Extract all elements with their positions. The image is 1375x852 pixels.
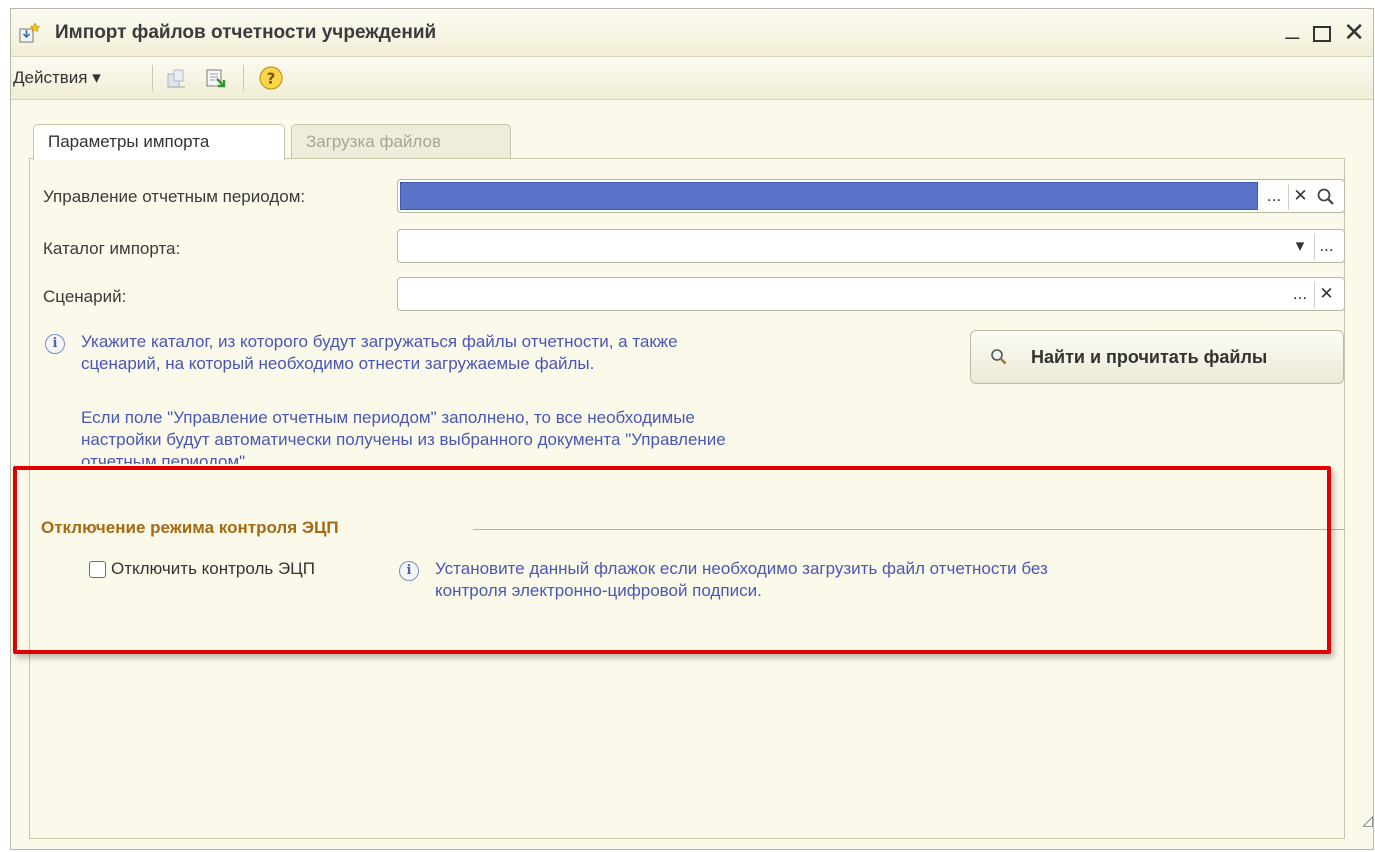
import-window: Импорт файлов отчетности учреждений _ ✕ … <box>10 8 1374 850</box>
period-label: Управление отчетным периодом: <box>43 187 306 206</box>
svg-text:?: ? <box>267 70 276 88</box>
import-app-icon <box>19 22 41 43</box>
scenario-label: Сценарий: <box>43 287 127 306</box>
info-line-1: Укажите каталог, из которого будут загру… <box>81 332 678 351</box>
period-select-button[interactable]: ... <box>1262 184 1286 210</box>
tab-file-loading[interactable]: Загрузка файлов <box>291 124 511 158</box>
info-icon: i <box>45 334 65 354</box>
info-line-5: отчетным периодом". <box>81 452 250 464</box>
toolbar-separator <box>243 65 244 91</box>
info-line-2: сценарий, на который необходимо отнести … <box>81 354 595 373</box>
info-line-5-clip: отчетным периодом". <box>81 451 250 464</box>
search-icon <box>991 349 1007 365</box>
scenario-clear-button[interactable]: ✕ <box>1314 282 1338 308</box>
tab-label: Загрузка файлов <box>306 132 442 151</box>
close-button[interactable]: ✕ <box>1343 19 1365 45</box>
catalog-dropdown-button[interactable]: ▾ <box>1288 234 1312 260</box>
find-and-read-files-button[interactable]: Найти и прочитать файлы <box>970 330 1344 384</box>
catalog-select-button[interactable]: ... <box>1314 234 1338 260</box>
actions-menu-button[interactable]: Действия ▾ <box>13 68 101 88</box>
window-title: Импорт файлов отчетности учреждений <box>55 22 437 43</box>
tab-label: Параметры импорта <box>48 132 210 151</box>
scenario-field[interactable]: ... ✕ <box>397 277 1345 311</box>
catalog-label: Каталог импорта: <box>43 239 181 258</box>
toolbar: Действия ▾ ? <box>11 57 1373 100</box>
maximize-button[interactable] <box>1313 26 1331 42</box>
scenario-select-button[interactable]: ... <box>1288 282 1312 308</box>
save-to-file-icon[interactable] <box>163 65 189 91</box>
period-clear-button[interactable]: ✕ <box>1288 184 1312 210</box>
period-field[interactable]: ... ✕ <box>397 179 1345 213</box>
minimize-button[interactable]: _ <box>1286 15 1299 39</box>
toolbar-separator <box>152 65 153 91</box>
title-bar: Импорт файлов отчетности учреждений _ ✕ <box>11 9 1373 57</box>
find-button-label: Найти и прочитать файлы <box>1031 347 1268 367</box>
resize-grip-icon[interactable]: ◿ <box>1362 812 1373 829</box>
info-line-3: Если поле "Управление отчетным периодом"… <box>81 408 695 427</box>
period-selection <box>400 182 1258 210</box>
help-icon[interactable]: ? <box>258 65 284 91</box>
highlight-frame <box>13 466 1331 654</box>
period-search-icon[interactable] <box>1314 184 1338 210</box>
catalog-field[interactable]: ▾ ... <box>397 229 1345 263</box>
tab-import-parameters[interactable]: Параметры импорта <box>33 124 285 160</box>
info-line-4: настройки будут автоматически получены и… <box>81 430 726 449</box>
load-from-file-icon[interactable] <box>203 65 229 91</box>
